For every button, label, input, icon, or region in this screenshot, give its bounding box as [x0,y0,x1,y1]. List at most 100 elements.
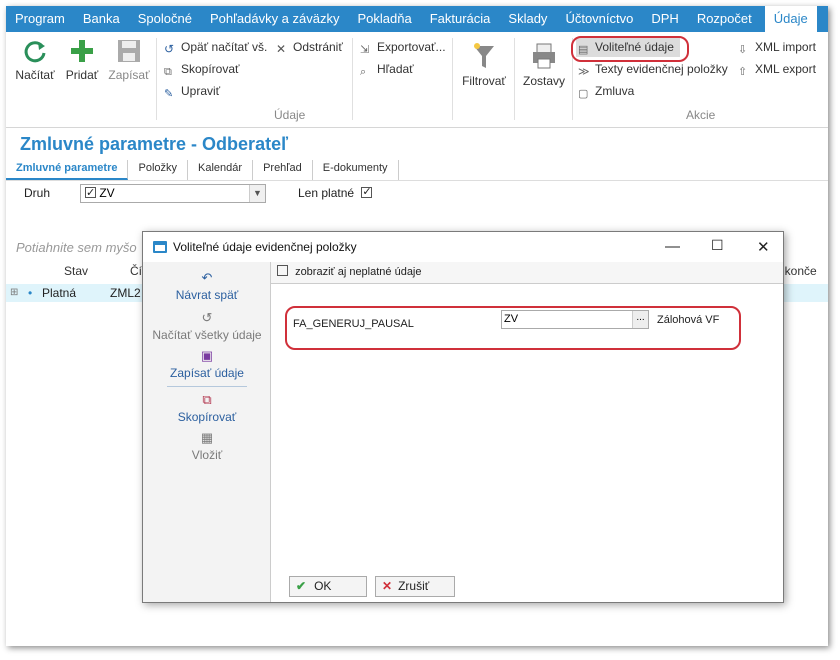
menu-fakturacia[interactable]: Fakturácia [421,6,500,32]
reload-icon: ↺ [164,42,175,56]
texts-icon: ≫ [578,66,590,78]
navrat-spat-button[interactable]: ↶ Návrat späť [143,270,271,302]
menu-program[interactable]: Program [6,6,74,32]
xml-import-button[interactable]: ⇩ XML import [738,40,816,56]
upravit-button[interactable]: ✎ Upraviť [164,84,220,100]
printer-icon [533,43,555,69]
col-header-stav[interactable]: Stav [64,264,88,278]
chevron-down-icon[interactable]: ▼ [249,185,265,202]
save-icon: ▣ [200,348,214,363]
zmluva-button[interactable]: ▢ Zmluva [578,84,634,100]
save-icon [118,40,140,62]
dialog-sidebar: ↶ Návrat späť ↺ Načítať všetky údaje ▣ Zapí… [143,262,271,602]
menu-sklady[interactable]: Sklady [499,6,556,32]
cancel-button[interactable]: ✕ Zrušiť [375,576,455,597]
copy-icon: ⧉ [202,392,212,407]
skopirovat-button[interactable]: ⧉ Skopírovať [143,392,271,424]
xml-import-label: XML import [755,40,816,54]
zostavy-button[interactable]: Zostavy [516,42,572,88]
exportovat-button[interactable]: ⇲ Exportovať... [360,40,446,56]
exportovat-label: Exportovať... [377,40,446,54]
druh-checkbox[interactable] [85,185,96,202]
nacitat-button[interactable]: Načítať [10,38,60,82]
upravit-label: Upraviť [181,84,221,98]
pridat-label: Pridať [65,68,99,82]
undo-icon: ↶ [201,270,213,285]
druh-combo[interactable]: ZV ▼ [80,184,266,203]
menu-banka[interactable]: Banka [74,6,129,32]
nacitat-label: Načítať [15,68,55,82]
row-indicator-icon: • [28,286,33,300]
zapisat-udaje-label: Zapísať údaje [170,366,244,380]
len-platne[interactable]: Len platné [298,185,373,200]
group-label-udaje: Údaje [274,108,306,122]
skopirovat-button[interactable]: ⧉ Skopírovať [164,62,240,79]
zmluva-label: Zmluva [595,84,635,98]
menu-uctovnictvo[interactable]: Účtovníctvo [556,6,642,32]
group-label-akcie: Akcie [686,108,716,122]
menu-dph[interactable]: DPH [642,6,687,32]
edit-icon: ✎ [164,88,174,100]
navrat-spat-label: Návrat späť [175,288,239,302]
ribbon-divider [352,38,353,120]
opat-nacitat-label: Opäť načítať vš. [181,40,268,54]
tab-e-dokumenty[interactable]: E-dokumenty [313,160,399,180]
skopirovat-label: Skopírovať [181,62,240,76]
tab-polozky[interactable]: Položky [128,160,189,180]
group-hint: Potiahnite sem myšo [16,240,137,255]
filtrovat-button[interactable]: Filtrovať [456,42,512,88]
druh-label: Druh [24,186,51,200]
texty-button[interactable]: ≫ Texty evidenčnej položky [578,62,728,78]
hladat-button[interactable]: ⌕ Hľadať [360,62,414,79]
menu-rozpocet[interactable]: Rozpočet [688,6,761,32]
menu-udaje[interactable]: Údaje [764,6,817,32]
len-platne-checkbox[interactable] [361,185,373,198]
opat-nacitat-button[interactable]: ↺ Opäť načítať vš. [164,40,268,56]
nacitat-vsetky-button[interactable]: ↺ Načítať všetky údaje [143,310,271,342]
dialog-main: zobraziť aj neplatné údaje FA_GENERUJ_PA… [271,262,783,602]
menu-pohladavky[interactable]: Pohľadávky a záväzky [201,6,349,32]
show-invalid-bar[interactable]: zobraziť aj neplatné údaje [271,262,783,284]
cancel-icon: ✕ [382,579,393,593]
tab-prehlad[interactable]: Prehľad [253,160,313,180]
minimize-icon[interactable]: — [665,238,680,255]
copy-icon: ⧉ [164,66,172,78]
xml-export-button[interactable]: ⇧ XML export [738,62,816,78]
ribbon-divider [452,38,453,120]
menubar: Program Banka Spoločné Pohľadávky a závä… [6,6,828,32]
expand-icon[interactable]: ⊞ [10,287,18,298]
filtrovat-label: Filtrovať [462,74,506,88]
ribbon-divider [156,38,157,120]
zostavy-label: Zostavy [522,74,565,88]
ribbon: Načítať Pridať Zapísať ↺ Opäť načítať vš.… [6,32,828,128]
xml-import-icon: ⇩ [738,44,748,56]
tab-zmluvne-parametre[interactable]: Zmluvné parametre [6,160,129,180]
paste-icon: ▦ [200,430,214,445]
ok-button[interactable]: ✔ OK [289,576,367,597]
close-icon[interactable]: ✕ [757,238,770,256]
zapisat-label: Zapísať [108,68,150,82]
hladat-label: Hľadať [377,62,414,76]
xml-export-icon: ⇧ [738,66,748,78]
menu-spolocne[interactable]: Spoločné [129,6,201,32]
zapisat-udaje-button[interactable]: ▣ Zapísať údaje [143,348,271,380]
ribbon-divider [514,38,515,120]
nacitat-vsetky-label: Načítať všetky údaje [152,328,262,342]
col-header-cislo[interactable]: Čí [130,264,142,278]
window-icon [153,241,167,253]
delete-icon: ✕ [276,42,287,56]
vlozit-button[interactable]: ▦ Vložiť [143,430,271,462]
row-stav: Platná [42,286,77,300]
tab-kalendar[interactable]: Kalendár [188,160,254,180]
show-invalid-checkbox[interactable] [277,265,288,276]
menu-pokladna[interactable]: Pokladňa [348,6,420,32]
dialog-button-bar: ✔ OK ✕ Zrušiť [271,572,783,602]
maximize-icon[interactable]: ☐ [711,237,724,254]
zapisat-button[interactable]: Zapísať [104,38,154,82]
skopirovat-label: Skopírovať [177,410,237,424]
odstranit-button[interactable]: ✕ Odstrániť [276,40,343,56]
pridat-button[interactable]: Pridať [60,38,104,82]
xml-export-label: XML export [755,62,816,76]
ok-label: OK [314,579,332,593]
cancel-label: Zrušiť [398,579,430,593]
